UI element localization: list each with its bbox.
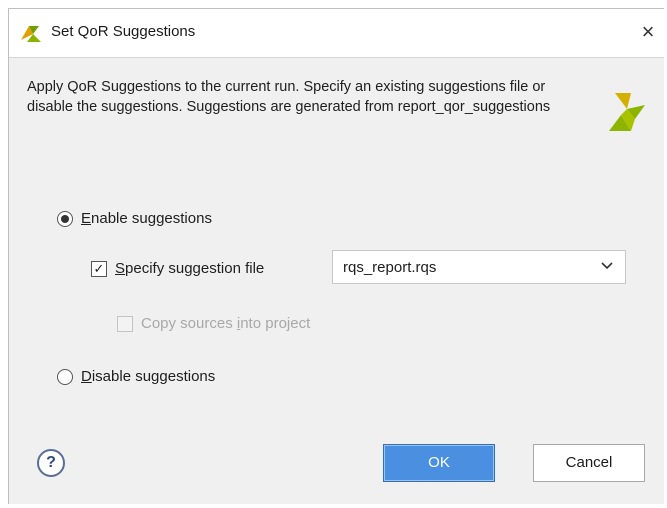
suggestion-file-value: rqs_report.rqs: [343, 259, 437, 276]
title-bar: Set QoR Suggestions ×: [9, 9, 664, 58]
window-title: Set QoR Suggestions: [51, 23, 196, 40]
enable-suggestions-label: Enable suggestions: [81, 210, 212, 227]
vivado-logo-icon: [609, 93, 645, 131]
disable-suggestions-label: Disable suggestions: [81, 368, 216, 385]
enable-suggestions-radio[interactable]: [57, 210, 73, 227]
copy-sources-label: Copy sources into project: [141, 315, 311, 332]
ok-button[interactable]: OK: [383, 444, 495, 482]
copy-sources-checkbox[interactable]: [117, 315, 133, 332]
disable-suggestions-radio[interactable]: [57, 368, 73, 385]
help-icon[interactable]: ?: [37, 449, 65, 477]
dialog-description: Apply QoR Suggestions to the current run…: [27, 79, 551, 115]
specify-file-checkbox[interactable]: ✓: [91, 260, 107, 277]
suggestion-file-combobox[interactable]: rqs_report.rqs: [332, 250, 626, 284]
specify-file-option[interactable]: ✓ Specify suggestion file: [91, 260, 264, 277]
vivado-logo-icon: [21, 26, 41, 42]
chevron-down-icon[interactable]: [601, 262, 613, 270]
specify-file-label: Specify suggestion file: [115, 260, 265, 277]
close-button[interactable]: ×: [634, 17, 662, 47]
disable-suggestions-option[interactable]: Disable suggestions: [57, 368, 215, 385]
set-qor-suggestions-dialog: Set QoR Suggestions × Apply QoR Suggesti…: [8, 8, 664, 504]
enable-suggestions-option[interactable]: Enable suggestions: [57, 210, 212, 227]
copy-sources-option[interactable]: Copy sources into project: [117, 315, 310, 332]
cancel-button[interactable]: Cancel: [533, 444, 645, 482]
